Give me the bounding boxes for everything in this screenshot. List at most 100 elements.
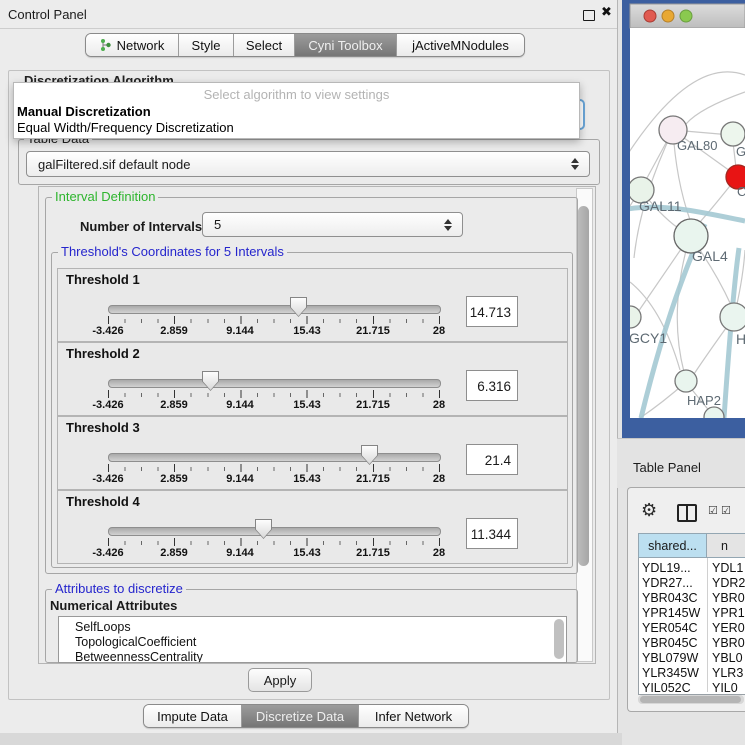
table-row[interactable]: YBR045C [642, 636, 698, 651]
tab-cyni-toolbox[interactable]: Cyni Toolbox [294, 34, 396, 56]
tab-style[interactable]: Style [178, 34, 233, 56]
table-cell[interactable]: YLR3 [712, 666, 743, 681]
label-h-cut: H [736, 331, 745, 347]
tab-jactivemnodules[interactable]: jActiveMNodules [396, 34, 524, 56]
threshold-1-slider-track[interactable] [108, 305, 441, 314]
column-header-name[interactable]: n [707, 533, 745, 558]
threshold-2-value-field[interactable]: 6.316 [466, 370, 518, 401]
window-bottom-margin [0, 733, 622, 745]
label-gcy1: GCY1 [629, 330, 667, 346]
threshold-2-slider-thumb[interactable] [202, 371, 219, 391]
table-data-combobox[interactable]: galFiltered.sif default node [26, 151, 590, 177]
table-row[interactable]: YDR27... [642, 576, 693, 591]
network-view-window[interactable]: GAL80 GA C GAL11 GAL4 GCY1 H HAP2 [622, 0, 745, 438]
number-of-intervals-combobox[interactable]: 5 [202, 212, 463, 237]
table-row[interactable]: YBR043C [642, 591, 698, 606]
table-cell[interactable]: YBR0 [712, 636, 745, 651]
threshold-2-slider-track[interactable] [108, 379, 441, 388]
tab-infer-network[interactable]: Infer Network [358, 705, 468, 727]
apply-button-label: Apply [264, 673, 297, 688]
threshold-4-value-field[interactable]: 11.344 [466, 518, 518, 549]
close-traffic-light[interactable] [644, 10, 656, 22]
tab-network-label: Network [117, 38, 165, 53]
scale-label: 2.859 [160, 473, 188, 485]
thresholds-group-label: Threshold's Coordinates for 5 Intervals [58, 245, 287, 258]
horizontal-scrollbar-thumb[interactable] [640, 696, 741, 703]
minimize-traffic-light[interactable] [662, 10, 674, 22]
list-item-topologicalcoefficient[interactable]: TopologicalCoefficient [75, 635, 196, 650]
algorithm-hint-item: Select algorithm to view settings [14, 87, 579, 102]
tab-impute-data[interactable]: Impute Data [144, 705, 241, 727]
threshold-3-value-field[interactable]: 21.4 [466, 444, 518, 475]
select-columns-icon[interactable]: ☑ [708, 504, 718, 517]
interval-definition-label: Interval Definition [52, 190, 158, 203]
float-window-icon[interactable] [583, 10, 595, 21]
zoom-traffic-light[interactable] [680, 10, 692, 22]
threshold-1-value-field[interactable]: 14.713 [466, 296, 518, 327]
table-row[interactable]: YPR145W [642, 606, 700, 621]
column-header-shared[interactable]: shared... [638, 533, 707, 558]
threshold-4-panel: Threshold 4 -3.426 2.859 9.144 15.43 21.… [57, 490, 568, 564]
tab-jactive-label: jActiveMNodules [412, 38, 509, 53]
table-cell[interactable]: YPR1 [712, 606, 745, 621]
tab-discretize-data[interactable]: Discretize Data [241, 705, 358, 727]
table-row[interactable]: YDL19... [642, 561, 691, 576]
threshold-4-slider-track[interactable] [108, 527, 441, 536]
menu-item-manual-discretization[interactable]: Manual Discretization [17, 104, 151, 119]
table-row[interactable]: YLR345W [642, 666, 699, 681]
scale-label: 15.43 [293, 473, 321, 485]
table-cell[interactable]: YDL1 [712, 561, 743, 576]
tab-network[interactable]: Network [86, 34, 178, 56]
threshold-2-tick-marks [108, 390, 440, 399]
table-row[interactable]: YIL052C [642, 681, 691, 692]
menu-item-equal-width-frequency[interactable]: Equal Width/Frequency Discretization [17, 120, 234, 135]
threshold-1-slider-thumb[interactable] [290, 297, 307, 317]
table-cell[interactable]: YBR0 [712, 591, 745, 606]
scale-label: 28 [433, 399, 445, 411]
scale-label: 21.715 [356, 325, 390, 337]
node-hap2[interactable] [675, 370, 697, 392]
number-of-intervals-value: 5 [214, 217, 221, 232]
split-columns-icon[interactable] [677, 504, 697, 522]
scale-label: 2.859 [160, 399, 188, 411]
list-scrollbar-thumb[interactable] [554, 619, 564, 659]
table-row[interactable]: YER054C [642, 621, 698, 636]
control-panel-titlebar [0, 0, 617, 29]
scale-label: 9.144 [226, 473, 254, 485]
apply-button[interactable]: Apply [248, 668, 312, 692]
tab-style-label: Style [192, 38, 221, 53]
threshold-2-panel: Threshold 2 -3.426 2.859 9.144 15.43 21.… [57, 342, 568, 416]
close-icon[interactable]: ✖ [601, 4, 612, 20]
vertical-scrollbar-thumb[interactable] [578, 206, 589, 566]
numerical-attributes-list: SelfLoops TopologicalCoefficient Between… [58, 616, 567, 663]
node-top-right[interactable] [721, 122, 745, 146]
scale-label: 2.859 [160, 547, 188, 559]
table-cell[interactable]: YIL0 [712, 681, 738, 692]
algorithm-dropdown-popup: Select algorithm to view settings Manual… [13, 82, 580, 139]
list-item-betweennesscentrality[interactable]: BetweennessCentrality [75, 650, 203, 663]
table-cell[interactable]: YDR2 [712, 576, 745, 591]
table-row[interactable]: YBL079W [642, 651, 698, 666]
scale-label: 28 [433, 547, 445, 559]
list-item-selfloops[interactable]: SelfLoops [75, 620, 131, 635]
label-c-cut: C [737, 184, 745, 199]
node-h[interactable] [720, 303, 745, 331]
scale-label: -3.426 [92, 547, 123, 559]
threshold-4-slider-thumb[interactable] [255, 519, 272, 539]
stepper-arrows-icon [444, 218, 453, 232]
select-columns-icon-2[interactable]: ☑ [721, 504, 731, 517]
table-cell[interactable]: YBL0 [712, 651, 743, 666]
table-cell[interactable]: YER0 [712, 621, 745, 636]
label-hap2: HAP2 [687, 393, 721, 408]
scale-label: -3.426 [92, 473, 123, 485]
label-gal11: GAL11 [639, 198, 682, 214]
label-gal4: GAL4 [692, 248, 728, 264]
column-divider [707, 558, 708, 692]
control-panel-title: Control Panel [8, 7, 87, 22]
tab-select[interactable]: Select [233, 34, 294, 56]
threshold-3-tick-marks [108, 464, 440, 473]
threshold-3-slider-track[interactable] [108, 453, 441, 462]
threshold-3-slider-thumb[interactable] [361, 445, 378, 465]
gear-icon[interactable]: ⚙ [641, 500, 657, 521]
scale-label: 21.715 [356, 547, 390, 559]
